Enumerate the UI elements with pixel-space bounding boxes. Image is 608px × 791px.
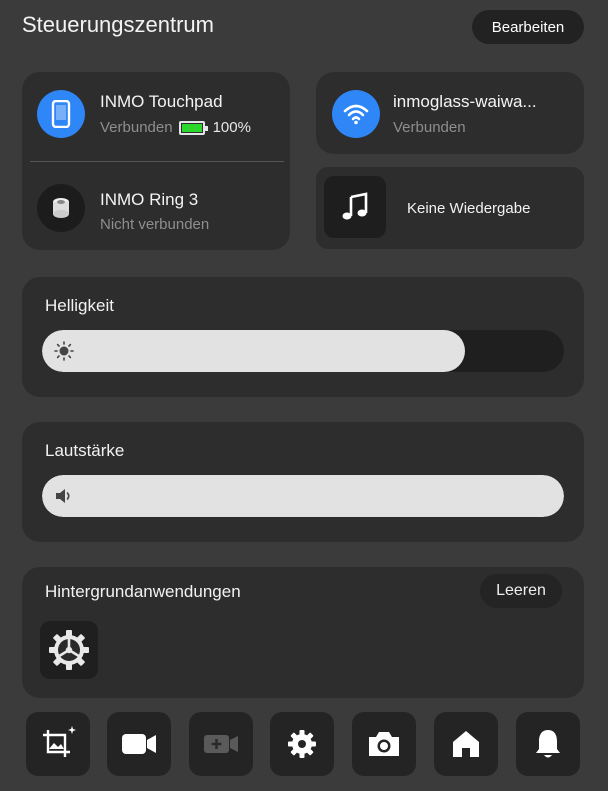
edit-button[interactable]: Bearbeiten	[472, 10, 584, 44]
page-title: Steuerungszentrum	[22, 12, 214, 37]
camera-button[interactable]	[352, 712, 416, 776]
volume-label: Lautstärke	[45, 441, 125, 460]
record-video-icon	[204, 735, 238, 753]
screenshot-icon	[43, 726, 76, 757]
device-name: INMO Touchpad	[100, 92, 223, 111]
wifi-icon	[332, 90, 380, 138]
background-apps-card: Hintergrundanwendungen Leeren	[22, 567, 584, 698]
brightness-label: Helligkeit	[45, 296, 114, 315]
device-ring[interactable]: INMO Ring 3 Nicht verbunden	[22, 162, 290, 250]
camera-icon	[369, 732, 399, 756]
device-status-text: Verbunden	[100, 119, 173, 136]
volume-card: Lautstärke	[22, 422, 584, 542]
settings-button[interactable]	[270, 712, 334, 776]
wifi-status: Verbunden	[393, 119, 466, 136]
home-icon	[453, 731, 479, 757]
volume-slider[interactable]	[42, 475, 564, 517]
speaker-icon	[56, 489, 70, 503]
brightness-card: Helligkeit	[22, 277, 584, 397]
brightness-fill	[42, 330, 465, 372]
device-touchpad[interactable]: INMO Touchpad Verbunden 100%	[22, 72, 290, 160]
battery-percent: 100%	[212, 119, 251, 136]
bell-icon	[536, 730, 560, 758]
devices-card: INMO Touchpad Verbunden 100% INMO Ring 3…	[22, 72, 290, 250]
background-apps-label: Hintergrundanwendungen	[45, 582, 241, 601]
brightness-slider[interactable]	[42, 330, 564, 372]
media-card[interactable]: Keine Wiedergabe	[316, 167, 584, 249]
record-video-button[interactable]	[189, 712, 253, 776]
media-label: Keine Wiedergabe	[407, 200, 531, 217]
music-note-icon	[324, 176, 386, 238]
clear-button[interactable]: Leeren	[480, 574, 562, 608]
device-status: Nicht verbunden	[100, 216, 210, 233]
ring-icon	[37, 184, 85, 232]
sun-icon	[54, 341, 74, 361]
settings-gear-icon[interactable]	[40, 621, 98, 679]
battery-icon	[178, 120, 208, 135]
tablet-icon	[37, 90, 85, 138]
wifi-card[interactable]: inmoglass-waiwa... Verbunden	[316, 72, 584, 154]
video-button[interactable]	[107, 712, 171, 776]
notifications-button[interactable]	[516, 712, 580, 776]
device-status: Verbunden 100%	[100, 119, 251, 136]
device-name: INMO Ring 3	[100, 190, 199, 209]
screenshot-button[interactable]	[26, 712, 90, 776]
video-camera-icon	[122, 734, 156, 754]
volume-fill	[42, 475, 564, 517]
gear-icon	[288, 730, 316, 758]
home-button[interactable]	[434, 712, 498, 776]
wifi-name: inmoglass-waiwa...	[393, 92, 537, 111]
